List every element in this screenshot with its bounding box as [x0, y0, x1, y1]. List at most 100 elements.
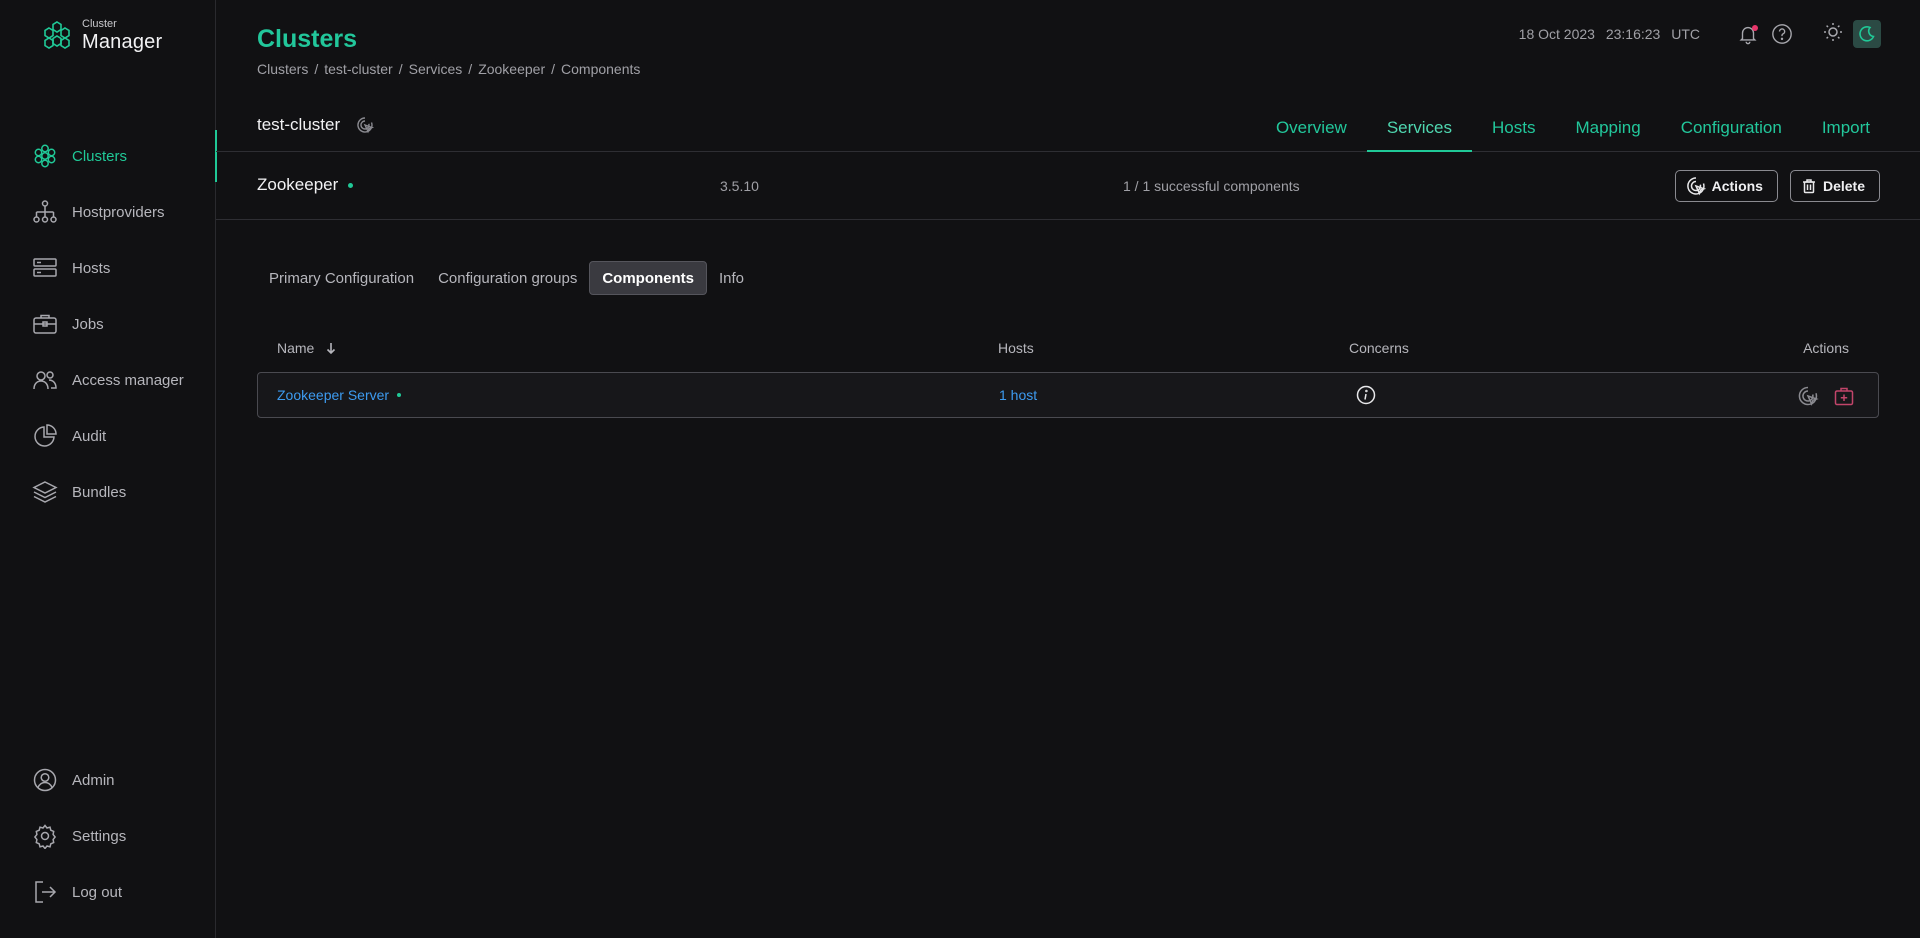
dark-theme-button[interactable]	[1853, 20, 1881, 48]
breadcrumb-separator: /	[551, 61, 556, 77]
tab-services[interactable]: Services	[1366, 104, 1473, 152]
sidebar-item-jobs[interactable]: Jobs	[0, 296, 216, 352]
sidebar-item-label: Settings	[72, 827, 127, 845]
breadcrumb-separator: /	[314, 61, 319, 77]
audit-icon	[34, 424, 57, 447]
logo-small-text: Cluster	[82, 17, 117, 30]
sidebar-bottom-nav: Admin Settings Log out	[0, 752, 216, 920]
column-name-label: Name	[277, 340, 315, 356]
components-summary: 1 / 1 successful components	[1123, 178, 1300, 194]
actions-button[interactable]: Actions	[1674, 170, 1778, 202]
subtab-configuration-groups[interactable]: Configuration groups	[426, 261, 589, 295]
sidebar-item-hosts[interactable]: Hosts	[0, 240, 216, 296]
actions-icon	[1798, 386, 1819, 406]
subtab-info[interactable]: Info	[707, 261, 756, 295]
sidebar-item-label: Hostproviders	[72, 203, 165, 221]
row-actions	[1784, 384, 1856, 408]
breadcrumb-separator: /	[398, 61, 403, 77]
sidebar-item-label: Bundles	[72, 483, 127, 501]
breadcrumb-item-current: Components	[561, 61, 641, 77]
sidebar-nav: Clusters Hostproviders Hosts Jobs Access…	[0, 128, 217, 520]
sidebar-item-clusters[interactable]: Clusters	[0, 128, 217, 184]
sidebar-item-logout[interactable]: Log out	[0, 864, 216, 920]
component-maintenance-button[interactable]	[1832, 384, 1856, 408]
time-text: 23:16:23	[1605, 26, 1661, 42]
sidebar-item-admin[interactable]: Admin	[0, 752, 216, 808]
hostproviders-icon	[33, 200, 57, 223]
sidebar: Cluster Manager Clusters Hostproviders H…	[0, 0, 217, 938]
jobs-icon	[33, 314, 57, 334]
logo[interactable]: Cluster Manager	[40, 18, 162, 52]
subtab-primary-configuration[interactable]: Primary Configuration	[257, 261, 426, 295]
info-icon	[1356, 385, 1376, 405]
sidebar-item-bundles[interactable]: Bundles	[0, 464, 216, 520]
cluster-name: test-cluster	[257, 115, 341, 134]
breadcrumb-item-service[interactable]: Zookeeper	[478, 61, 545, 77]
sidebar-item-label: Hosts	[72, 259, 111, 277]
tab-import[interactable]: Import	[1802, 104, 1890, 151]
sidebar-item-hostproviders[interactable]: Hostproviders	[0, 184, 216, 240]
tab-mapping[interactable]: Mapping	[1555, 104, 1660, 151]
theme-toggle[interactable]	[1823, 20, 1881, 48]
breadcrumb: Clusters / test-cluster / Services / Zoo…	[257, 61, 640, 77]
breadcrumb-item-services[interactable]: Services	[409, 61, 463, 77]
service-name-block: Zookeeper	[257, 175, 354, 195]
sidebar-item-label: Access manager	[72, 371, 184, 389]
header-toolbar: 18 Oct 2023 23:16:23 UTC	[1519, 20, 1881, 48]
service-status-dot	[348, 182, 354, 188]
actions-icon	[1686, 177, 1706, 196]
breadcrumb-separator: /	[468, 61, 473, 77]
sidebar-item-access-manager[interactable]: Access manager	[0, 352, 216, 408]
service-actions: Actions Delete	[1663, 170, 1880, 202]
actions-button-label: Actions	[1711, 178, 1763, 194]
component-name: Zookeeper Server	[277, 387, 390, 403]
admin-icon	[33, 768, 57, 792]
sidebar-item-label: Clusters	[72, 147, 128, 165]
service-name: Zookeeper	[257, 175, 339, 194]
table-row: Zookeeper Server 1 host	[257, 372, 1879, 418]
logout-icon	[35, 881, 57, 903]
help-button[interactable]	[1769, 21, 1795, 47]
component-name-link[interactable]: Zookeeper Server	[277, 387, 402, 403]
cluster-actions-icon[interactable]	[356, 116, 375, 134]
sun-icon	[1824, 22, 1842, 41]
light-theme-button[interactable]	[1823, 22, 1843, 47]
clusters-icon	[34, 144, 56, 168]
column-header-name[interactable]: Name	[277, 340, 338, 356]
delete-button[interactable]: Delete	[1789, 170, 1880, 202]
cluster-name-block: test-cluster	[257, 115, 375, 135]
date-text: 18 Oct 2023	[1518, 26, 1595, 42]
component-actions-button[interactable]	[1796, 384, 1820, 408]
gear-icon	[33, 824, 57, 849]
components-table-header: Name Hosts Concerns Actions	[257, 337, 1879, 361]
subtab-components[interactable]: Components	[589, 261, 707, 295]
column-header-concerns: Concerns	[1349, 340, 1409, 356]
server-datetime: 18 Oct 2023 23:16:23 UTC	[1519, 26, 1707, 42]
component-status-dot	[397, 393, 402, 397]
hosts-icon	[33, 258, 57, 277]
trash-icon	[1802, 179, 1815, 194]
tab-overview[interactable]: Overview	[1256, 104, 1367, 151]
bundles-icon	[32, 481, 58, 503]
moon-icon	[1859, 26, 1875, 42]
cluster-header: test-cluster Overview Services Hosts Map…	[216, 104, 1920, 152]
service-version: 3.5.10	[720, 178, 759, 194]
column-header-actions: Actions	[1803, 340, 1849, 356]
component-hosts-link[interactable]: 1 host	[999, 387, 1037, 403]
notifications-button[interactable]	[1735, 21, 1761, 47]
maintenance-mode-icon	[1834, 387, 1854, 406]
breadcrumb-item-clusters[interactable]: Clusters	[257, 61, 308, 77]
sidebar-item-settings[interactable]: Settings	[0, 808, 216, 864]
breadcrumb-item-cluster[interactable]: test-cluster	[324, 61, 392, 77]
sidebar-item-label: Jobs	[72, 315, 104, 333]
delete-button-label: Delete	[1822, 178, 1865, 194]
sidebar-item-audit[interactable]: Audit	[0, 408, 216, 464]
concerns-info-icon[interactable]	[1356, 385, 1376, 405]
tab-configuration[interactable]: Configuration	[1661, 104, 1802, 151]
cluster-manager-logo-icon	[44, 21, 70, 49]
cluster-tabs: Overview Services Hosts Mapping Configur…	[1256, 104, 1890, 152]
sidebar-item-label: Admin	[72, 771, 115, 789]
access-manager-icon	[33, 371, 57, 390]
logo-big-text: Manager	[82, 30, 163, 53]
tab-hosts[interactable]: Hosts	[1472, 104, 1555, 151]
